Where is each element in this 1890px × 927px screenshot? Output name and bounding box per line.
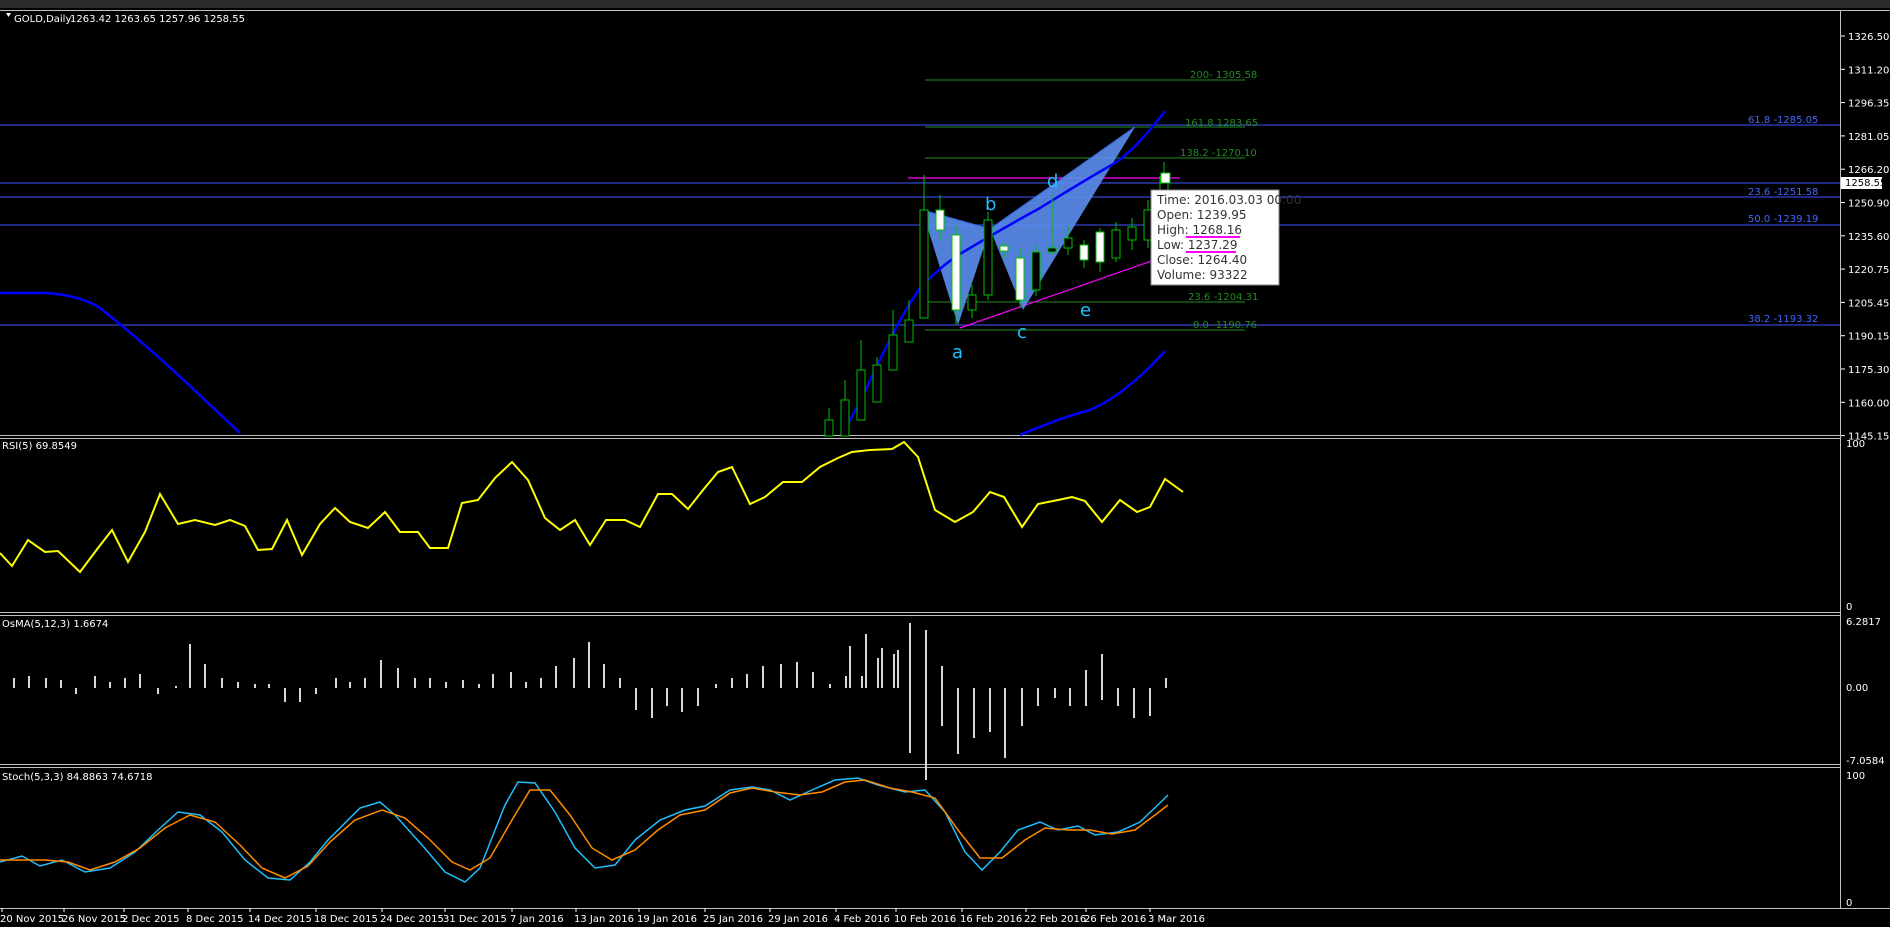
stoch-pane[interactable]: Stoch(5,3,3) 84.8863 74.6718 100 0	[0, 771, 1865, 909]
candle-body	[1047, 247, 1057, 253]
osma-min: -7.0584	[1846, 756, 1885, 767]
date-label: 24 Dec 2015	[380, 914, 444, 925]
candle-body	[1160, 172, 1171, 184]
trading-chart[interactable]: GOLD,Daily 1263.42 1263.65 1257.96 1258.…	[0, 0, 1890, 927]
date-label: 13 Jan 2016	[574, 914, 634, 925]
date-label: 25 Jan 2016	[703, 914, 763, 925]
price-tick-label: 1220.75	[1848, 265, 1889, 276]
tooltip-time: Time: 2016.03.03 00:00	[1156, 193, 1301, 207]
fib-blue-382: 38.2 -1193.32	[1748, 314, 1818, 325]
fib-blue-618: 61.8 -1285.05	[1748, 115, 1818, 126]
candle-body	[919, 209, 929, 319]
rsi-max: 100	[1846, 439, 1865, 450]
candle-body	[999, 245, 1009, 252]
fib-green-1382: 138.2 -1270.10	[1180, 148, 1257, 159]
date-label: 3 Mar 2016	[1148, 914, 1205, 925]
tooltip-high: High: 1268.16	[1157, 223, 1242, 237]
candle-body	[1015, 257, 1025, 301]
price-tick-label: 1311.20	[1848, 65, 1889, 76]
date-label: 10 Feb 2016	[894, 914, 956, 925]
fib-green-0: 0.0 -1190.76	[1193, 320, 1257, 331]
candle-body	[1127, 226, 1137, 241]
stoch-main-line	[0, 777, 1169, 883]
fib-green-236: 23.6 -1204.31	[1188, 292, 1258, 303]
tooltip-close: Close: 1264.40	[1157, 253, 1247, 267]
date-label: 18 Dec 2015	[314, 914, 378, 925]
fib-green-200: 200- 1305.58	[1190, 70, 1257, 81]
date-label: 31 Dec 2015	[443, 914, 507, 925]
candle-body	[951, 234, 961, 311]
stoch-title: Stoch(5,3,3) 84.8863 74.6718	[2, 772, 153, 783]
date-label: 22 Feb 2016	[1024, 914, 1086, 925]
stoch-max: 100	[1846, 771, 1865, 782]
wave-label-b: b	[985, 194, 996, 215]
candle-body	[888, 334, 898, 371]
stoch-min: 0	[1846, 898, 1852, 909]
tooltip-open: Open: 1239.95	[1157, 208, 1247, 222]
stoch-signal-line	[0, 779, 1169, 879]
rsi-line	[0, 440, 1184, 574]
date-label: 26 Nov 2015	[62, 914, 126, 925]
osma-title: OsMA(5,12,3) 1.6674	[2, 619, 108, 630]
date-label: 20 Nov 2015	[0, 914, 64, 925]
pane-borders	[0, 10, 1890, 909]
price-tick-label: 1160.00	[1848, 398, 1889, 409]
date-label: 19 Jan 2016	[637, 914, 697, 925]
candle-body	[904, 319, 914, 343]
price-tick-label: 1190.15	[1848, 332, 1889, 343]
date-axis: 20 Nov 201526 Nov 20152 Dec 2015 8 Dec 20…	[0, 908, 1205, 925]
rsi-pane[interactable]: RSI(5) 69.8549 100 0	[0, 439, 1865, 613]
candle-body	[872, 364, 882, 403]
date-label: 14 Dec 2015	[248, 914, 312, 925]
date-label: 16 Feb 2016	[960, 914, 1022, 925]
candle-body	[983, 219, 993, 296]
rsi-title: RSI(5) 69.8549	[2, 441, 77, 452]
price-tick-label: 1250.90	[1848, 199, 1889, 210]
fib-green-1618: 161.8 1283.65	[1185, 118, 1258, 129]
date-label: 8 Dec 2015	[186, 914, 244, 925]
price-tick-label: 1326.50	[1848, 32, 1889, 43]
wave-label-d: d	[1047, 171, 1058, 192]
price-tick-label: 1175.30	[1848, 365, 1889, 376]
price-tick-label: 1296.35	[1848, 99, 1889, 110]
price-tick-label: 1281.05	[1848, 132, 1889, 143]
candle-body	[967, 294, 977, 311]
candle-body	[840, 399, 850, 437]
price-tick-label: 1235.60	[1848, 232, 1889, 243]
price-pane[interactable]: GOLD,Daily 1263.42 1263.65 1257.96 1258.…	[0, 13, 1889, 443]
osma-histogram	[13, 623, 1167, 780]
osma-max: 6.2817	[1846, 617, 1881, 628]
fib-blue-50: 50.0 -1239.19	[1748, 214, 1818, 225]
wave-label-e: e	[1080, 300, 1091, 321]
candle-body	[824, 419, 834, 437]
wave-label-c: c	[1017, 322, 1027, 343]
date-label: 26 Feb 2016	[1084, 914, 1146, 925]
candle-body	[856, 369, 866, 421]
wave-label-a: a	[952, 342, 963, 363]
fib-blue-236: 23.6 -1251.58	[1748, 187, 1818, 198]
candle-body	[935, 209, 945, 231]
tooltip-volume: Volume: 93322	[1157, 268, 1248, 282]
osma-pane[interactable]: OsMA(5,12,3) 1.6674 6.2817 0.00 -7.0584	[2, 617, 1885, 780]
rsi-min: 0	[1846, 602, 1852, 613]
collapse-arrow-icon[interactable]	[6, 13, 11, 17]
symbol-title: GOLD,Daily	[14, 14, 71, 25]
tooltip-low: Low: 1237.29	[1157, 238, 1237, 252]
price-tick-label: 1205.45	[1848, 298, 1889, 309]
candle-body	[1063, 237, 1073, 249]
price-axis: 1326.50 1311.20 1296.35 1281.05 1266.20 1250.…	[1841, 32, 1889, 443]
current-price-label: 1258.55	[1845, 178, 1886, 189]
ohlc-readout: 1263.42 1263.65 1257.96 1258.55	[70, 14, 245, 25]
price-tick-label: 1266.20	[1848, 165, 1889, 176]
date-label: 4 Feb 2016	[834, 914, 890, 925]
candle-body	[1111, 229, 1121, 259]
candle-body	[1095, 231, 1105, 263]
date-label: 7 Jan 2016	[510, 914, 564, 925]
candle-body	[1079, 244, 1089, 261]
date-label: 2 Dec 2015	[122, 914, 180, 925]
candle-body	[1031, 251, 1041, 291]
date-label: 29 Jan 2016	[768, 914, 828, 925]
osma-mid: 0.00	[1846, 683, 1868, 694]
ohlc-tooltip: Time: 2016.03.03 00:00 Open: 1239.95 Hig…	[1150, 189, 1301, 286]
